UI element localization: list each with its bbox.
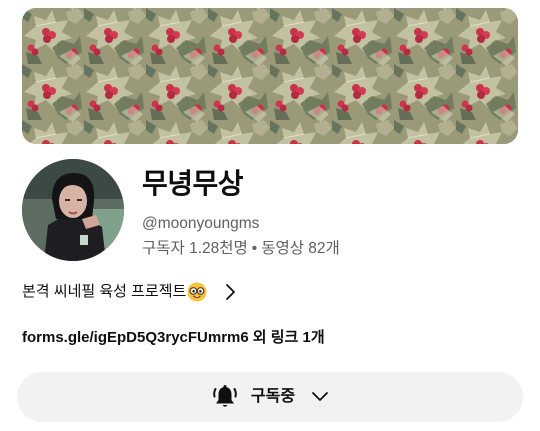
extra-links-count: 외 링크 1개 bbox=[252, 329, 325, 346]
stats-separator: • bbox=[251, 240, 258, 257]
holly-pattern-image bbox=[22, 8, 518, 144]
channel-description[interactable]: 본격 씨네필 육성 프로젝트 bbox=[22, 281, 237, 303]
bell-ringing-icon bbox=[213, 385, 237, 407]
subscribed-button[interactable]: 구독중 bbox=[17, 372, 523, 422]
description-text: 본격 씨네필 육성 프로젝트 bbox=[22, 283, 187, 300]
video-count: 동영상 82개 bbox=[261, 240, 340, 257]
channel-banner bbox=[22, 8, 518, 144]
avatar-image bbox=[22, 159, 124, 261]
channel-avatar[interactable] bbox=[22, 159, 124, 261]
channel-handle: @moonyoungms bbox=[142, 215, 260, 232]
chevron-down-icon bbox=[312, 392, 328, 401]
channel-links[interactable]: forms.gle/igEpD5Q3rycFUmrm6 외 링크 1개 bbox=[22, 327, 325, 349]
subscriber-count: 구독자 1.28천명 bbox=[142, 240, 248, 257]
channel-title: 무녕무상 bbox=[142, 168, 244, 199]
nerd-face-emoji-icon bbox=[187, 282, 207, 302]
channel-stats: 구독자 1.28천명 • 동영상 82개 bbox=[142, 239, 340, 259]
primary-link[interactable]: forms.gle/igEpD5Q3rycFUmrm6 bbox=[22, 329, 249, 346]
chevron-right-icon bbox=[226, 284, 236, 300]
subscribed-label: 구독중 bbox=[250, 388, 296, 405]
